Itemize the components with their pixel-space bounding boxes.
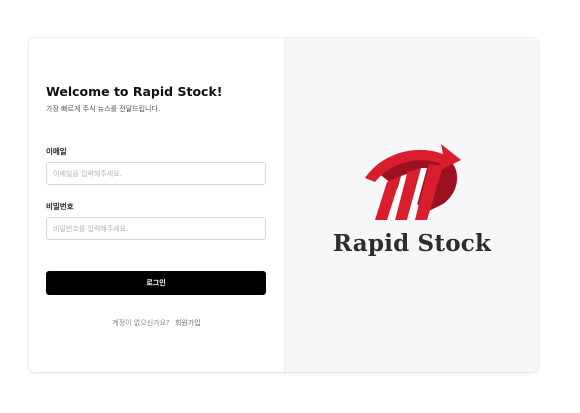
login-card: Welcome to Rapid Stock! 가장 빠르게 주식 뉴스를 전달… [29, 38, 538, 372]
signup-link[interactable]: 회원가입 [175, 319, 201, 327]
password-input[interactable] [46, 217, 266, 240]
brand-panel: Rapid Stock [284, 38, 538, 372]
rapid-stock-logo-icon [365, 144, 461, 220]
email-input[interactable] [46, 162, 266, 185]
brand-name: Rapid Stock [332, 230, 492, 257]
welcome-subtitle: 가장 빠르게 주식 뉴스를 전달드립니다. [46, 105, 161, 113]
login-form-panel: Welcome to Rapid Stock! 가장 빠르게 주식 뉴스를 전달… [29, 38, 284, 372]
login-button[interactable]: 로그인 [46, 271, 266, 295]
welcome-title: Welcome to Rapid Stock! [46, 84, 223, 99]
brand-logo: Rapid Stock [285, 138, 538, 257]
email-label: 이메일 [46, 147, 67, 156]
password-label: 비밀번호 [46, 202, 74, 211]
signup-row: 계정이 없으신가요? 회원가입 [29, 318, 284, 328]
signup-prompt: 계정이 없으신가요? [112, 319, 170, 327]
